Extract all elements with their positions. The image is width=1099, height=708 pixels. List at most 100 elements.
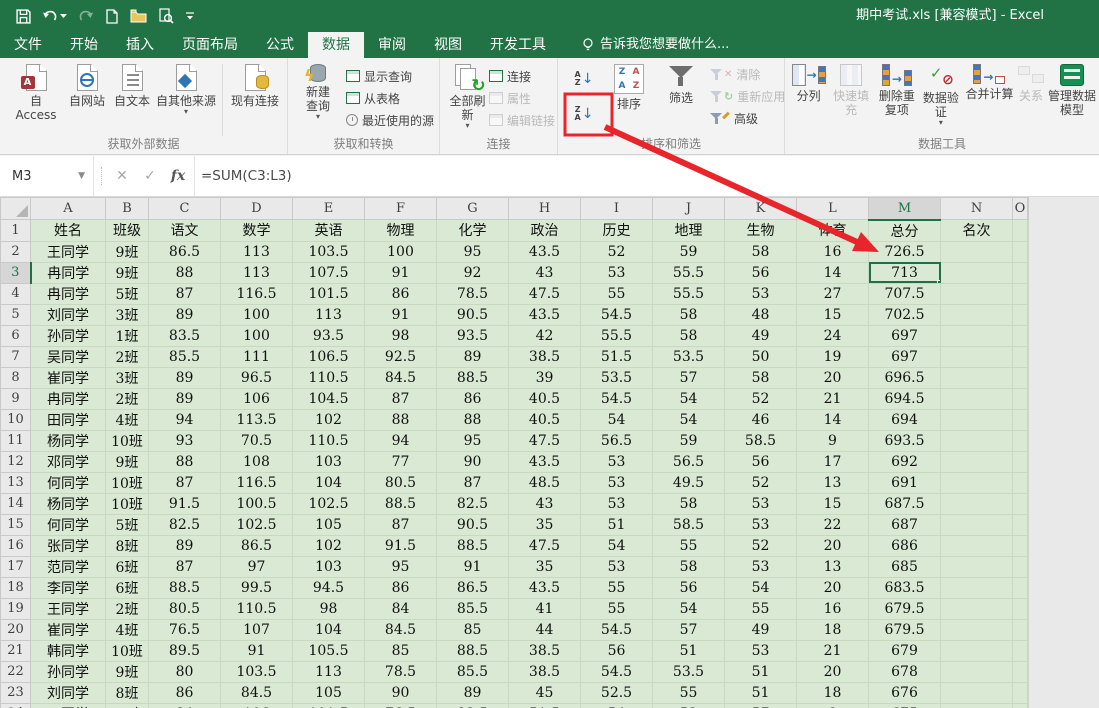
cell[interactable]: 18 [796, 619, 869, 641]
refresh-all-button[interactable]: ↻ 全部刷新 ▾ [448, 62, 487, 130]
cell[interactable]: 范同学 [30, 556, 106, 578]
cell[interactable]: 113 [292, 304, 365, 326]
cell[interactable]: 55.5 [652, 283, 725, 305]
cell[interactable]: 43.5 [508, 241, 581, 263]
cell[interactable]: 56 [724, 451, 797, 473]
cell[interactable]: 班级 [105, 219, 149, 242]
cell[interactable] [1012, 703, 1028, 708]
sort-descending-button[interactable]: Z A ↓ [566, 98, 602, 130]
cell[interactable]: 54 [652, 388, 725, 410]
cell[interactable] [1012, 682, 1028, 704]
cell[interactable]: 105 [292, 682, 365, 704]
cell[interactable]: 13 [796, 556, 869, 578]
row-number[interactable]: 18 [0, 576, 31, 599]
cell[interactable]: 39 [508, 367, 581, 389]
cell[interactable]: 106 [220, 388, 293, 410]
cell[interactable]: 696.5 [868, 367, 941, 389]
cell[interactable]: 76.5 [148, 619, 221, 641]
cell[interactable]: 697 [868, 346, 941, 368]
cell[interactable]: 53.5 [652, 661, 725, 683]
advanced-filter-button[interactable]: 高级 [710, 108, 785, 128]
cell[interactable]: 杨同学 [30, 430, 106, 452]
column-letter[interactable]: O [1012, 197, 1028, 220]
sort-ascending-button[interactable]: A Z ↓ [566, 66, 602, 92]
cell[interactable]: 51 [724, 661, 797, 683]
cell[interactable] [1027, 367, 1029, 389]
cell[interactable]: 22 [796, 514, 869, 536]
cell[interactable]: 何同学 [30, 472, 106, 494]
cell[interactable]: 103.5 [220, 661, 293, 683]
cell[interactable]: 111 [220, 346, 293, 368]
cell[interactable]: 5班 [105, 283, 149, 305]
cell[interactable] [940, 325, 1013, 347]
cell[interactable] [940, 514, 1013, 536]
cell[interactable]: 88.5 [436, 367, 509, 389]
cell[interactable]: 43.5 [508, 577, 581, 599]
cell[interactable]: 113 [220, 262, 293, 284]
cell[interactable]: 56.5 [580, 430, 653, 452]
cell[interactable]: 53 [652, 703, 725, 708]
cell[interactable]: 52 [724, 472, 797, 494]
cell[interactable]: 49.5 [652, 472, 725, 494]
cell[interactable]: 48 [724, 304, 797, 326]
cell[interactable]: 21 [796, 388, 869, 410]
cell[interactable]: 86 [364, 577, 437, 599]
cell[interactable] [1027, 703, 1029, 708]
from-web-button[interactable]: 自网站 [64, 62, 110, 108]
cell[interactable] [940, 493, 1013, 515]
cell[interactable]: 675 [868, 703, 941, 708]
cell[interactable]: 99.5 [220, 577, 293, 599]
row-number[interactable]: 9 [0, 387, 31, 410]
cell[interactable] [1012, 472, 1028, 494]
cell[interactable]: 102.5 [292, 493, 365, 515]
cell[interactable]: 90.5 [436, 304, 509, 326]
cell[interactable]: 108 [220, 451, 293, 473]
cell[interactable]: 38.5 [508, 661, 581, 683]
cell[interactable] [940, 556, 1013, 578]
tab-home[interactable]: 开始 [56, 32, 112, 58]
tab-review[interactable]: 审阅 [364, 32, 420, 58]
cell[interactable]: 王同学 [30, 598, 106, 620]
cell[interactable]: 10班 [105, 493, 149, 515]
cell[interactable]: 57 [652, 367, 725, 389]
print-preview-icon[interactable] [158, 8, 174, 24]
cell[interactable]: 88.5 [436, 640, 509, 662]
cell[interactable]: 张同学 [30, 535, 106, 557]
cell[interactable]: 57 [652, 619, 725, 641]
cell[interactable] [1027, 535, 1029, 557]
cell[interactable]: 83.5 [148, 325, 221, 347]
row-number[interactable]: 19 [0, 597, 31, 620]
cell[interactable]: 6班 [105, 577, 149, 599]
cell[interactable]: 35 [508, 556, 581, 578]
row-number[interactable]: 11 [0, 429, 31, 452]
cell[interactable] [940, 430, 1013, 452]
cell[interactable]: 88 [364, 409, 437, 431]
cell[interactable]: 78.5 [436, 283, 509, 305]
cell[interactable]: 58 [724, 367, 797, 389]
cell[interactable]: 87 [364, 388, 437, 410]
cell[interactable]: 679.5 [868, 619, 941, 641]
cell[interactable]: 104 [292, 619, 365, 641]
cell[interactable]: 20 [796, 367, 869, 389]
cell[interactable]: 96.5 [220, 367, 293, 389]
column-letter[interactable]: D [220, 197, 293, 220]
cell[interactable]: 91 [220, 640, 293, 662]
cell[interactable]: 43 [508, 493, 581, 515]
cell[interactable]: 数学 [220, 219, 293, 242]
cell[interactable]: 47.5 [508, 283, 581, 305]
cell[interactable]: 89 [436, 682, 509, 704]
cell[interactable]: 92.5 [364, 346, 437, 368]
cell[interactable]: 20 [796, 535, 869, 557]
cell[interactable]: 105.5 [292, 640, 365, 662]
cell[interactable]: 冉同学 [30, 283, 106, 305]
cell[interactable] [940, 262, 1013, 284]
cell[interactable]: 10班 [105, 472, 149, 494]
cell[interactable]: 40.5 [508, 409, 581, 431]
cell[interactable]: 90 [364, 682, 437, 704]
cell[interactable]: 孙同学 [30, 661, 106, 683]
cell[interactable]: 89 [436, 346, 509, 368]
cell[interactable]: 54.5 [580, 619, 653, 641]
enter-icon[interactable]: ✓ [136, 168, 164, 184]
consolidate-button[interactable]: → 合并计算 [964, 62, 1015, 101]
cell[interactable] [1027, 430, 1029, 452]
